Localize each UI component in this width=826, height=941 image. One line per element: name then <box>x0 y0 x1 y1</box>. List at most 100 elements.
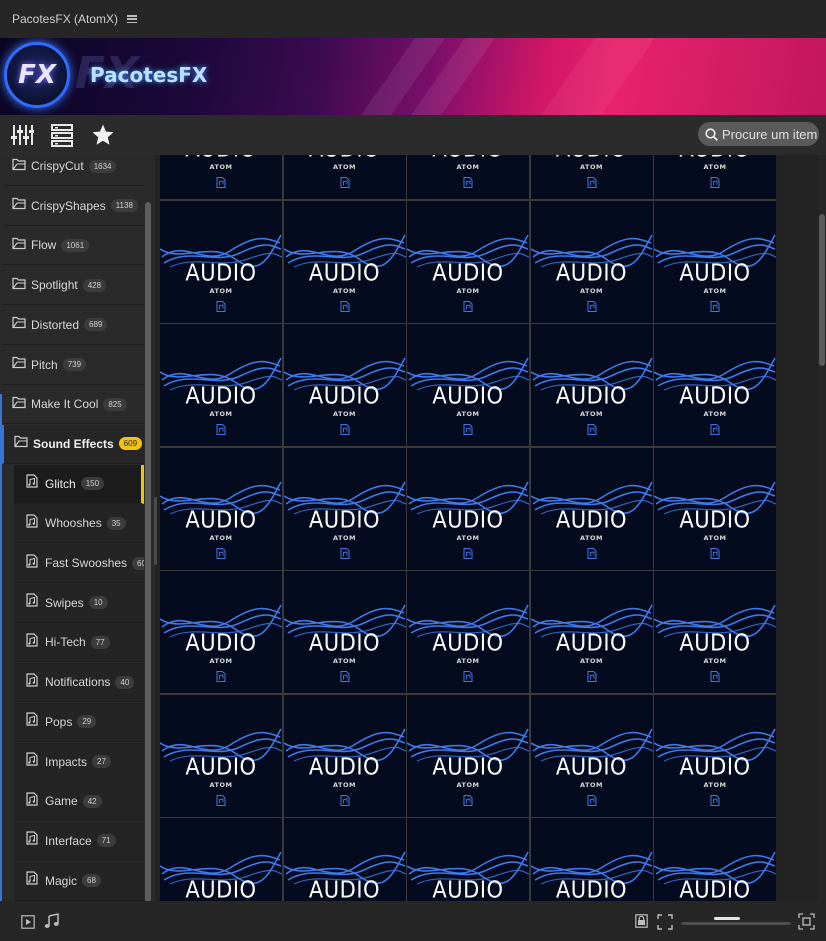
audio-item-tile[interactable]: AUDIO ATOM <box>654 694 776 817</box>
audio-item-tile[interactable]: AUDIO ATOM <box>407 324 529 446</box>
sidebar-subcategory-pops[interactable]: Pops 29 <box>14 702 144 742</box>
sidebar-category-crispycut[interactable]: CrispyCut 1634 <box>2 155 144 186</box>
audio-item-tile[interactable]: AUDIO ATOM <box>283 155 406 199</box>
audio-item-tile[interactable]: AUDIO ATOM <box>530 155 653 199</box>
fullscreen-icon[interactable] <box>798 913 815 930</box>
sidebar-category-flow[interactable]: Flow 1061 <box>2 226 144 266</box>
tile-subtitle: ATOM <box>456 780 480 789</box>
sidebar-scroll-thumb[interactable] <box>145 202 151 901</box>
fit-screen-icon[interactable] <box>657 914 673 930</box>
tile-subtitle: ATOM <box>580 163 603 171</box>
audio-item-tile[interactable]: AUDIO ATOM <box>530 324 653 446</box>
star-icon[interactable] <box>91 123 115 147</box>
tile-subtitle: ATOM <box>456 163 480 171</box>
audio-item-tile[interactable]: AUDIO ATOM <box>160 324 282 446</box>
sidebar-category-distorted[interactable]: Distorted 689 <box>2 306 144 345</box>
search-box[interactable] <box>698 122 819 146</box>
tile-subtitle: ATOM <box>333 780 356 789</box>
audio-item-tile[interactable]: AUDIO ATOM <box>160 571 282 693</box>
audio-item-tile[interactable]: AUDIO ATOM <box>283 694 406 817</box>
tile-subtitle: ATOM <box>580 657 603 665</box>
sidebar-category-make-it-cool[interactable]: Make It Cool 825 <box>2 385 144 425</box>
subcategory-label: Hi-Tech <box>45 635 86 650</box>
subcategory-label: Notifications <box>45 675 111 690</box>
panel-splitter-handle[interactable] <box>154 497 157 565</box>
audio-item-tile[interactable]: AUDIO ATOM <box>160 155 282 199</box>
folder-icon <box>2 236 31 255</box>
folder-icon <box>2 315 31 334</box>
zoom-slider-track[interactable] <box>681 922 791 925</box>
audio-item-tile[interactable]: AUDIO ATOM <box>654 818 776 901</box>
list-view-icon[interactable] <box>50 123 74 147</box>
audio-item-tile[interactable]: AUDIO ATOM <box>407 571 529 693</box>
subcategory-count-badge: 150 <box>80 477 105 491</box>
sidebar-subcategory-impacts[interactable]: Impacts 27 <box>14 742 144 782</box>
sidebar-subcategory-interface[interactable]: Interface 71 <box>14 821 144 861</box>
subcategory-count-badge: 35 <box>106 516 126 530</box>
audio-item-tile[interactable]: AUDIO ATOM <box>530 571 653 693</box>
tile-title: AUDIO <box>432 383 504 409</box>
tile-title: AUDIO <box>555 753 628 780</box>
audio-item-tile[interactable]: AUDIO ATOM <box>407 200 529 323</box>
tile-subtitle: ATOM <box>580 410 603 418</box>
sidebar-category-crispyshapes[interactable]: CrispyShapes 1138 <box>2 187 144 226</box>
audio-item-tile[interactable]: AUDIO ATOM <box>283 324 406 446</box>
sidebar-subcategory-swipes[interactable]: Swipes 10 <box>14 583 144 623</box>
sidebar-subcategory-whooshes[interactable]: Whooshes 35 <box>14 504 144 544</box>
sidebar-category-spotlight[interactable]: Spotlight 428 <box>2 266 144 306</box>
folder-icon <box>2 157 31 176</box>
tile-subtitle: ATOM <box>456 533 480 542</box>
zoom-slider-thumb[interactable] <box>714 917 740 920</box>
sidebar-category-pitch[interactable]: Pitch 739 <box>2 346 144 385</box>
audio-item-tile[interactable]: AUDIO ATOM <box>654 571 776 693</box>
sidebar-category-sound-effects[interactable]: Sound Effects 609 <box>2 424 144 464</box>
tile-title: AUDIO <box>284 155 406 161</box>
tile-subtitle: ATOM <box>333 410 356 418</box>
category-count-badge: 609 <box>118 437 143 451</box>
sidebar-subcategory-fast-swooshes[interactable]: Fast Swooshes 60 <box>14 544 151 583</box>
hamburger-menu-icon[interactable] <box>127 15 138 23</box>
audio-item-tile[interactable]: AUDIO ATOM <box>407 447 529 570</box>
audio-item-tile[interactable]: AUDIO ATOM <box>654 200 776 323</box>
audio-item-tile[interactable]: AUDIO ATOM <box>654 155 776 199</box>
audio-item-tile[interactable]: AUDIO ATOM <box>160 447 282 570</box>
music-note-icon[interactable] <box>44 913 60 929</box>
sidebar-subcategory-magic[interactable]: Magic 68 <box>14 861 144 901</box>
items-grid-area: AUDIO ATOM AUDIO ATOM AUDIO ATOM AUDIO A… <box>160 155 778 901</box>
audio-item-tile[interactable]: AUDIO ATOM <box>160 200 282 323</box>
sidebar-subcategory-game[interactable]: Game 42 <box>14 782 144 822</box>
audio-item-tile[interactable]: AUDIO ATOM <box>160 818 282 901</box>
play-icon[interactable] <box>21 915 35 929</box>
grid-scroll-thumb[interactable] <box>819 214 825 366</box>
tile-title: AUDIO <box>432 259 504 286</box>
audio-item-tile[interactable]: AUDIO ATOM <box>407 818 529 901</box>
subcategory-count-badge: 71 <box>96 834 116 848</box>
tile-subtitle: ATOM <box>209 533 233 542</box>
tile-title: AUDIO <box>432 506 504 533</box>
audio-file-icon <box>14 831 45 850</box>
subcategory-label: Fast Swooshes <box>45 556 128 570</box>
subcategory-count-badge: 27 <box>92 755 111 768</box>
audio-item-tile[interactable]: AUDIO ATOM <box>283 200 406 323</box>
sidebar-subcategory-notifications[interactable]: Notifications 40 <box>14 663 144 703</box>
sidebar-subcategory-hi-tech[interactable]: Hi-Tech 77 <box>14 623 144 663</box>
audio-item-tile[interactable]: AUDIO ATOM <box>283 447 406 570</box>
audio-item-tile[interactable]: AUDIO ATOM <box>530 818 653 901</box>
audio-item-tile[interactable]: AUDIO ATOM <box>530 694 653 817</box>
sidebar-subcategory-glitch[interactable]: Glitch 150 <box>14 464 144 504</box>
audio-item-tile[interactable]: AUDIO ATOM <box>654 447 776 570</box>
tile-subtitle: ATOM <box>580 780 603 789</box>
lock-icon[interactable] <box>635 914 648 928</box>
sliders-icon[interactable] <box>10 123 35 147</box>
audio-item-tile[interactable]: AUDIO ATOM <box>530 200 653 323</box>
audio-item-tile[interactable]: AUDIO ATOM <box>654 324 776 446</box>
audio-item-tile[interactable]: AUDIO ATOM <box>407 155 529 199</box>
audio-item-tile[interactable]: AUDIO ATOM <box>530 447 653 570</box>
search-input[interactable] <box>722 126 818 142</box>
audio-item-tile[interactable]: AUDIO ATOM <box>407 694 529 817</box>
tile-title: AUDIO <box>679 506 751 533</box>
tile-title: AUDIO <box>185 259 257 286</box>
audio-item-tile[interactable]: AUDIO ATOM <box>160 694 282 817</box>
audio-item-tile[interactable]: AUDIO ATOM <box>283 571 406 693</box>
audio-item-tile[interactable]: AUDIO ATOM <box>283 818 406 901</box>
